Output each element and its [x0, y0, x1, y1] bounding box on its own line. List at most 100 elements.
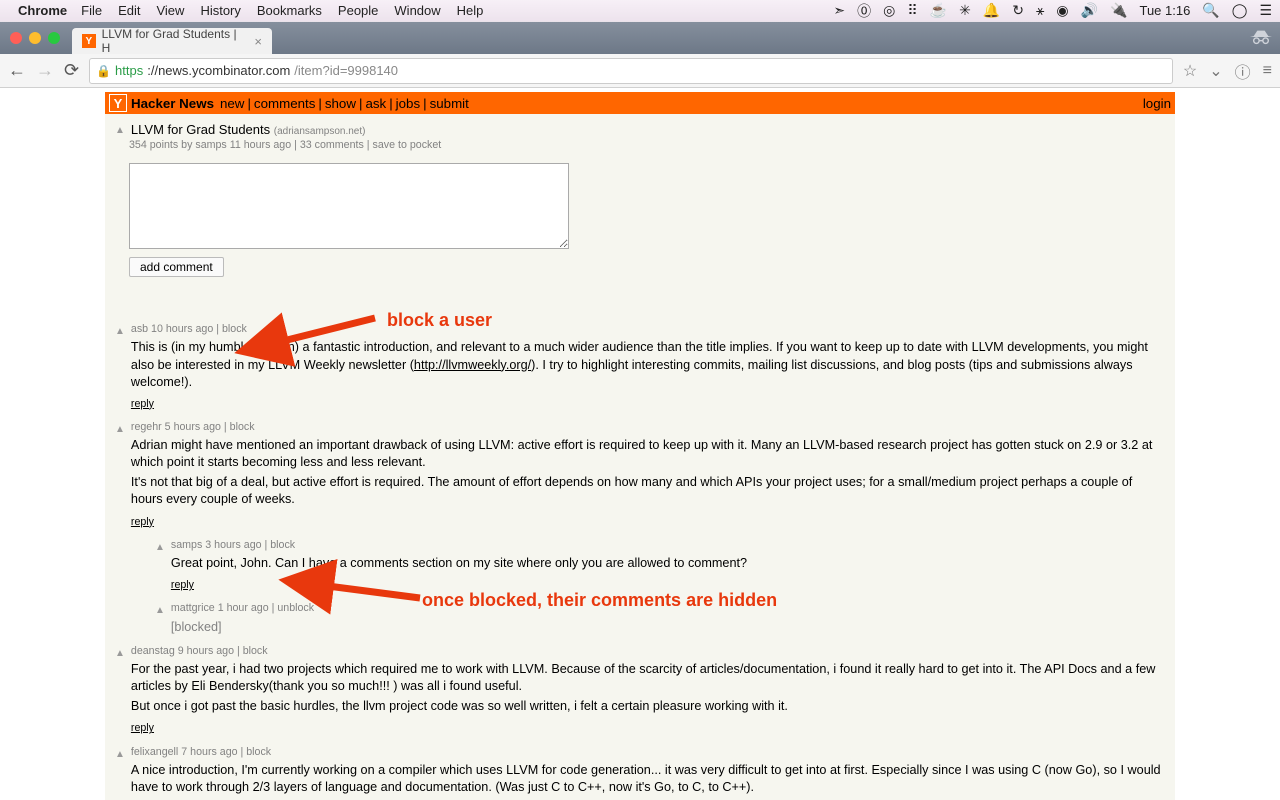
nav-ask[interactable]: ask — [365, 96, 386, 111]
comment: ▲ regehr 5 hours ago | block Adrian might … — [115, 420, 1165, 530]
nav-submit[interactable]: submit — [430, 96, 469, 111]
lock-icon: 🔒 — [96, 64, 111, 78]
address-bar[interactable]: 🔒 https://news.ycombinator.com/item?id=9… — [89, 58, 1173, 84]
page-content: Y Hacker News new| comments| show| ask| … — [0, 88, 1280, 800]
story-age[interactable]: 11 hours ago — [230, 139, 291, 151]
extension-icon[interactable]: ⓘ — [1235, 59, 1251, 83]
nav-comments[interactable]: comments — [254, 96, 315, 111]
hn-logo[interactable]: Y — [109, 94, 127, 112]
forward-button[interactable]: → — [36, 60, 54, 81]
close-tab-icon[interactable]: × — [254, 34, 262, 49]
comment-head: felixangell 7 hours ago | block — [131, 745, 1165, 759]
story-title[interactable]: LLVM for Grad Students (adriansampson.ne… — [131, 122, 366, 137]
story-points: 354 points — [129, 139, 178, 151]
comment-text: It's not that big of a deal, but active … — [131, 474, 1165, 508]
upvote-icon[interactable]: ▲ — [155, 604, 165, 618]
battery-icon[interactable]: 🔌 — [1110, 2, 1127, 19]
block-link[interactable]: block — [270, 539, 295, 551]
notification-icon[interactable]: 🔔 — [983, 2, 1000, 19]
comment-user[interactable]: mattgrice — [171, 602, 215, 614]
wifi-icon[interactable]: ◉ — [1056, 2, 1068, 19]
menu-icon[interactable]: ≡ — [1263, 62, 1272, 80]
upvote-icon[interactable]: ▲ — [155, 541, 165, 555]
notification-center-icon[interactable]: ☰ — [1259, 2, 1272, 19]
minimize-window-button[interactable] — [29, 32, 41, 44]
hn-body: ▲ LLVM for Grad Students (adriansampson.… — [105, 114, 1175, 800]
upvote-icon[interactable]: ▲ — [115, 125, 125, 136]
link[interactable]: http://llvmweekly.org/ — [414, 358, 531, 372]
menubar-app[interactable]: Chrome — [18, 3, 67, 18]
login-link[interactable]: login — [1143, 96, 1171, 111]
comment-user[interactable]: regehr — [131, 421, 162, 433]
reply-link[interactable]: reply — [131, 721, 154, 735]
block-link[interactable]: block — [222, 323, 247, 335]
nav-show[interactable]: show — [325, 96, 356, 111]
macos-menubar: Chrome File Edit View History Bookmarks … — [0, 0, 1280, 22]
hn-container: Y Hacker News new| comments| show| ask| … — [105, 92, 1175, 800]
status-icon[interactable]: ◎ — [883, 2, 895, 19]
volume-icon[interactable]: 🔊 — [1081, 2, 1098, 19]
comment-text: But once i got past the basic hurdles, t… — [131, 698, 1165, 715]
incognito-icon — [1250, 29, 1272, 48]
comment-text: Adrian might have mentioned an important… — [131, 437, 1165, 471]
bluetooth-icon[interactable]: ⚹ — [1036, 2, 1044, 19]
nav-jobs[interactable]: jobs — [396, 96, 420, 111]
block-link[interactable]: block — [230, 421, 255, 433]
comment-head: samps 3 hours ago | block — [171, 538, 1165, 552]
block-link[interactable]: block — [243, 645, 268, 657]
menu-file[interactable]: File — [81, 3, 102, 18]
comment-user[interactable]: deanstag — [131, 645, 175, 657]
reply-link[interactable]: reply — [131, 515, 154, 529]
comment: ▲asb 10 hours ago | blockThis is (in my … — [115, 322, 1165, 412]
comment-head: deanstag 9 hours ago | block — [131, 644, 1165, 658]
story-author[interactable]: samps — [195, 139, 226, 151]
comment: ▲ felixangell 7 hours ago | block A nice i… — [115, 745, 1165, 800]
menu-edit[interactable]: Edit — [118, 3, 140, 18]
upvote-icon[interactable]: ▲ — [115, 748, 125, 762]
url-protocol: https — [115, 63, 143, 78]
comment-user[interactable]: asb — [131, 323, 148, 335]
reload-button[interactable]: ⟳ — [64, 60, 79, 81]
spotlight-icon[interactable]: 🔍 — [1202, 2, 1219, 19]
pocket-icon[interactable]: ⌄ — [1209, 61, 1222, 81]
status-icon[interactable]: ☕ — [930, 2, 947, 19]
comment-text: A nice introduction, I'm currently worki… — [131, 762, 1165, 796]
status-icon[interactable]: ✳ — [959, 2, 971, 19]
star-icon[interactable]: ☆ — [1183, 61, 1197, 81]
comment-textarea[interactable] — [129, 163, 569, 249]
menu-window[interactable]: Window — [394, 3, 440, 18]
comment-head: regehr 5 hours ago | block — [131, 420, 1165, 434]
reply-link[interactable]: reply — [131, 397, 154, 411]
back-button[interactable]: ← — [8, 60, 26, 81]
upvote-icon[interactable]: ▲ — [115, 325, 125, 339]
status-icon[interactable]: ➣ — [833, 2, 845, 19]
maximize-window-button[interactable] — [48, 32, 60, 44]
upvote-icon[interactable]: ▲ — [115, 647, 125, 661]
menu-view[interactable]: View — [156, 3, 184, 18]
save-pocket-link[interactable]: save to pocket — [373, 139, 442, 151]
menu-people[interactable]: People — [338, 3, 378, 18]
menu-history[interactable]: History — [200, 3, 240, 18]
status-icon[interactable]: ⓪ — [857, 1, 871, 21]
menu-help[interactable]: Help — [457, 3, 484, 18]
upvote-icon[interactable]: ▲ — [115, 423, 125, 437]
block-link[interactable]: block — [246, 746, 271, 758]
block-link[interactable]: unblock — [277, 602, 314, 614]
browser-tab[interactable]: Y LLVM for Grad Students | H × — [72, 28, 272, 54]
comment: ▲samps 3 hours ago | blockGreat point, J… — [155, 538, 1165, 594]
close-window-button[interactable] — [10, 32, 22, 44]
menu-bookmarks[interactable]: Bookmarks — [257, 3, 322, 18]
hn-brand[interactable]: Hacker News — [131, 96, 214, 111]
add-comment-button[interactable]: add comment — [129, 257, 224, 277]
timemachine-icon[interactable]: ↻ — [1012, 2, 1024, 19]
status-icon[interactable]: ⠿ — [907, 2, 917, 19]
user-icon[interactable]: ◯ — [1232, 2, 1248, 19]
nav-buttons: ← → ⟳ — [8, 60, 79, 81]
comment-user[interactable]: samps — [171, 539, 202, 551]
reply-link[interactable]: reply — [171, 578, 194, 592]
nav-new[interactable]: new — [220, 96, 244, 111]
comment-user[interactable]: felixangell — [131, 746, 178, 758]
menubar-clock[interactable]: Tue 1:16 — [1139, 3, 1190, 18]
story-comments-link[interactable]: 33 comments — [300, 139, 364, 151]
favicon-icon: Y — [82, 34, 96, 48]
